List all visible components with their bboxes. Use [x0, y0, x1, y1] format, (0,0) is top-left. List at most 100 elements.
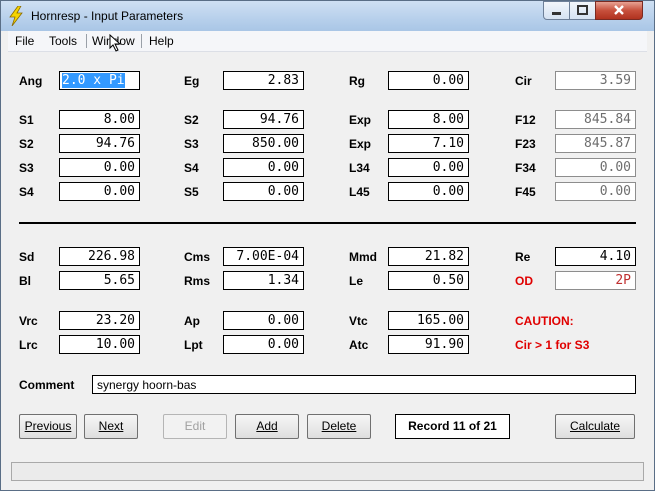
label-cms: Cms — [184, 250, 211, 264]
label-bl: Bl — [19, 274, 31, 288]
label-s3: S3 — [184, 137, 199, 151]
s3-field[interactable]: 0.00 — [59, 158, 140, 177]
caution-title: CAUTION: — [515, 314, 574, 328]
label-sd: Sd — [19, 250, 35, 264]
next-button[interactable]: Next — [84, 414, 138, 439]
edit-button: Edit — [163, 414, 227, 439]
caution-message: Cir > 1 for S3 — [515, 338, 590, 352]
add-button[interactable]: Add — [235, 414, 299, 439]
record-indicator: Record 11 of 21 — [395, 414, 510, 439]
eg-field[interactable]: 2.83 — [223, 71, 304, 90]
menu-help[interactable]: Help — [149, 34, 174, 48]
status-bar — [11, 462, 644, 481]
label-eg: Eg — [184, 74, 200, 88]
maximize-button[interactable] — [569, 1, 596, 20]
title-bar[interactable]: Hornresp - Input Parameters — [1, 1, 654, 31]
label-s3: S3 — [19, 161, 34, 175]
label-s5: S5 — [184, 185, 199, 199]
input-parameters-form: Ang 2.0 x Pi Eg 2.83 Rg 0.00 Cir 3.59 S1… — [8, 52, 647, 457]
vrc-field[interactable]: 23.20 — [59, 311, 140, 330]
previous-label: Previous — [24, 419, 72, 433]
label-exp: Exp — [349, 113, 372, 127]
s1-field[interactable]: 8.00 — [59, 110, 140, 129]
label-f12: F12 — [515, 113, 536, 127]
delete-label: Delete — [321, 419, 357, 433]
s2-field[interactable]: 94.76 — [59, 134, 140, 153]
s4-field[interactable]: 0.00 — [59, 182, 140, 201]
label-s4: S4 — [19, 185, 34, 199]
label-s1: S1 — [19, 113, 34, 127]
le-field[interactable]: 0.50 — [388, 271, 469, 290]
label-re: Re — [515, 250, 531, 264]
calculate-button[interactable]: Calculate — [555, 414, 635, 439]
label-ang: Ang — [19, 74, 43, 88]
label-lrc: Lrc — [19, 338, 38, 352]
menu-separator — [141, 34, 142, 48]
f12-field: 845.84 — [555, 110, 636, 129]
atc-field[interactable]: 91.90 — [388, 335, 469, 354]
ang-value: 2.0 x Pi — [62, 73, 125, 88]
label-l45: L45 — [349, 185, 370, 199]
close-icon — [614, 5, 624, 15]
label-vtc: Vtc — [349, 314, 368, 328]
rms-field[interactable]: 1.34 — [223, 271, 304, 290]
sd-field[interactable]: 226.98 — [59, 247, 140, 266]
ang-field[interactable]: 2.0 x Pi — [59, 71, 140, 90]
add-label: Add — [256, 419, 278, 433]
s2-field-col2[interactable]: 94.76 — [223, 110, 304, 129]
minimize-icon — [552, 12, 561, 15]
f45-field: 0.00 — [555, 182, 636, 201]
cir-field: 3.59 — [555, 71, 636, 90]
rg-field[interactable]: 0.00 — [388, 71, 469, 90]
label-f23: F23 — [515, 137, 536, 151]
comment-field[interactable]: synergy hoorn-bas — [92, 375, 636, 394]
bl-field[interactable]: 5.65 — [59, 271, 140, 290]
hornresp-window: Hornresp - Input Parameters File Tools W… — [0, 0, 655, 491]
calculate-label: Calculate — [569, 419, 621, 433]
lrc-field[interactable]: 10.00 — [59, 335, 140, 354]
l45-field[interactable]: 0.00 — [388, 182, 469, 201]
lpt-field[interactable]: 0.00 — [223, 335, 304, 354]
menu-file[interactable]: File — [15, 34, 34, 48]
label-s4: S4 — [184, 161, 199, 175]
cms-field[interactable]: 7.00E-04 — [223, 247, 304, 266]
exp2-field[interactable]: 7.10 — [388, 134, 469, 153]
close-button[interactable] — [595, 1, 643, 20]
re-field[interactable]: 4.10 — [555, 247, 636, 266]
label-s2: S2 — [184, 113, 199, 127]
menu-tools[interactable]: Tools — [49, 34, 77, 48]
section-divider — [19, 222, 636, 224]
label-lpt: Lpt — [184, 338, 203, 352]
label-rg: Rg — [349, 74, 365, 88]
label-comment: Comment — [19, 378, 75, 392]
f23-field: 845.87 — [555, 134, 636, 153]
vtc-field[interactable]: 165.00 — [388, 311, 469, 330]
od-field: 2P — [555, 271, 636, 290]
menu-bar: File Tools Window Help — [8, 31, 647, 52]
label-od: OD — [515, 274, 533, 288]
maximize-icon — [577, 5, 588, 15]
previous-button[interactable]: Previous — [19, 414, 77, 439]
label-exp: Exp — [349, 137, 372, 151]
s5-field[interactable]: 0.00 — [223, 182, 304, 201]
label-l34: L34 — [349, 161, 370, 175]
mmd-field[interactable]: 21.82 — [388, 247, 469, 266]
s3-field-col2[interactable]: 850.00 — [223, 134, 304, 153]
minimize-button[interactable] — [543, 1, 570, 20]
lightning-bolt-icon — [9, 6, 23, 26]
label-vrc: Vrc — [19, 314, 38, 328]
label-cir: Cir — [515, 74, 532, 88]
window-title: Hornresp - Input Parameters — [31, 9, 184, 23]
l34-field[interactable]: 0.00 — [388, 158, 469, 177]
exp1-field[interactable]: 8.00 — [388, 110, 469, 129]
label-f34: F34 — [515, 161, 536, 175]
menu-separator — [86, 34, 87, 48]
label-f45: F45 — [515, 185, 536, 199]
label-s2: S2 — [19, 137, 34, 151]
s4-field-col2[interactable]: 0.00 — [223, 158, 304, 177]
delete-button[interactable]: Delete — [307, 414, 371, 439]
label-rms: Rms — [184, 274, 211, 288]
label-mmd: Mmd — [349, 250, 377, 264]
f34-field: 0.00 — [555, 158, 636, 177]
ap-field[interactable]: 0.00 — [223, 311, 304, 330]
